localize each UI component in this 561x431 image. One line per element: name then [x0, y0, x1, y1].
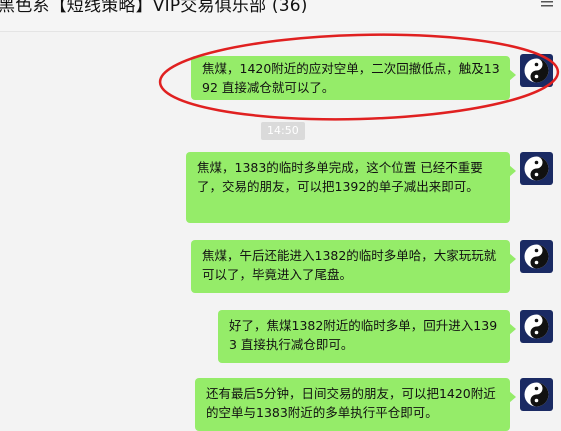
avatar[interactable] [520, 152, 553, 185]
avatar[interactable] [520, 54, 553, 87]
yin-yang-icon [524, 244, 549, 269]
chat-title: 黑色系【短线策略】VIP交易俱乐部 (36) [0, 0, 308, 16]
message-bubble[interactable]: 焦煤，1383的临时多单完成，这个位置 已经不重要了，交易的朋友，可以把1392… [186, 152, 516, 223]
timestamp: 14:50 [261, 122, 305, 140]
yin-yang-icon [524, 382, 549, 407]
avatar[interactable] [520, 378, 553, 411]
yin-yang-icon [524, 156, 549, 181]
yin-yang-icon [524, 58, 549, 83]
message-bubble[interactable]: 还有最后5分钟，日间交易的朋友，可以把1420附近的空单与1383附近的多单执行… [195, 378, 516, 431]
chat-header: 黑色系【短线策略】VIP交易俱乐部 (36) [0, 0, 561, 32]
avatar[interactable] [520, 240, 553, 273]
message-bubble[interactable]: 焦煤，午后还能进入1382的临时多单哈，大家玩玩就可以了，毕竟进入了尾盘。 [191, 240, 516, 293]
more-icon[interactable] [541, 0, 553, 10]
message-bubble[interactable]: 好了，焦煤1382附近的临时多单，回升进入1393 直接执行减仓即可。 [218, 310, 516, 363]
yin-yang-icon [524, 314, 549, 339]
avatar[interactable] [520, 310, 553, 343]
message-bubble[interactable]: 焦煤，1420附近的应对空单，二次回撤低点，触及1392 直接减仓就可以了。 [191, 56, 516, 100]
